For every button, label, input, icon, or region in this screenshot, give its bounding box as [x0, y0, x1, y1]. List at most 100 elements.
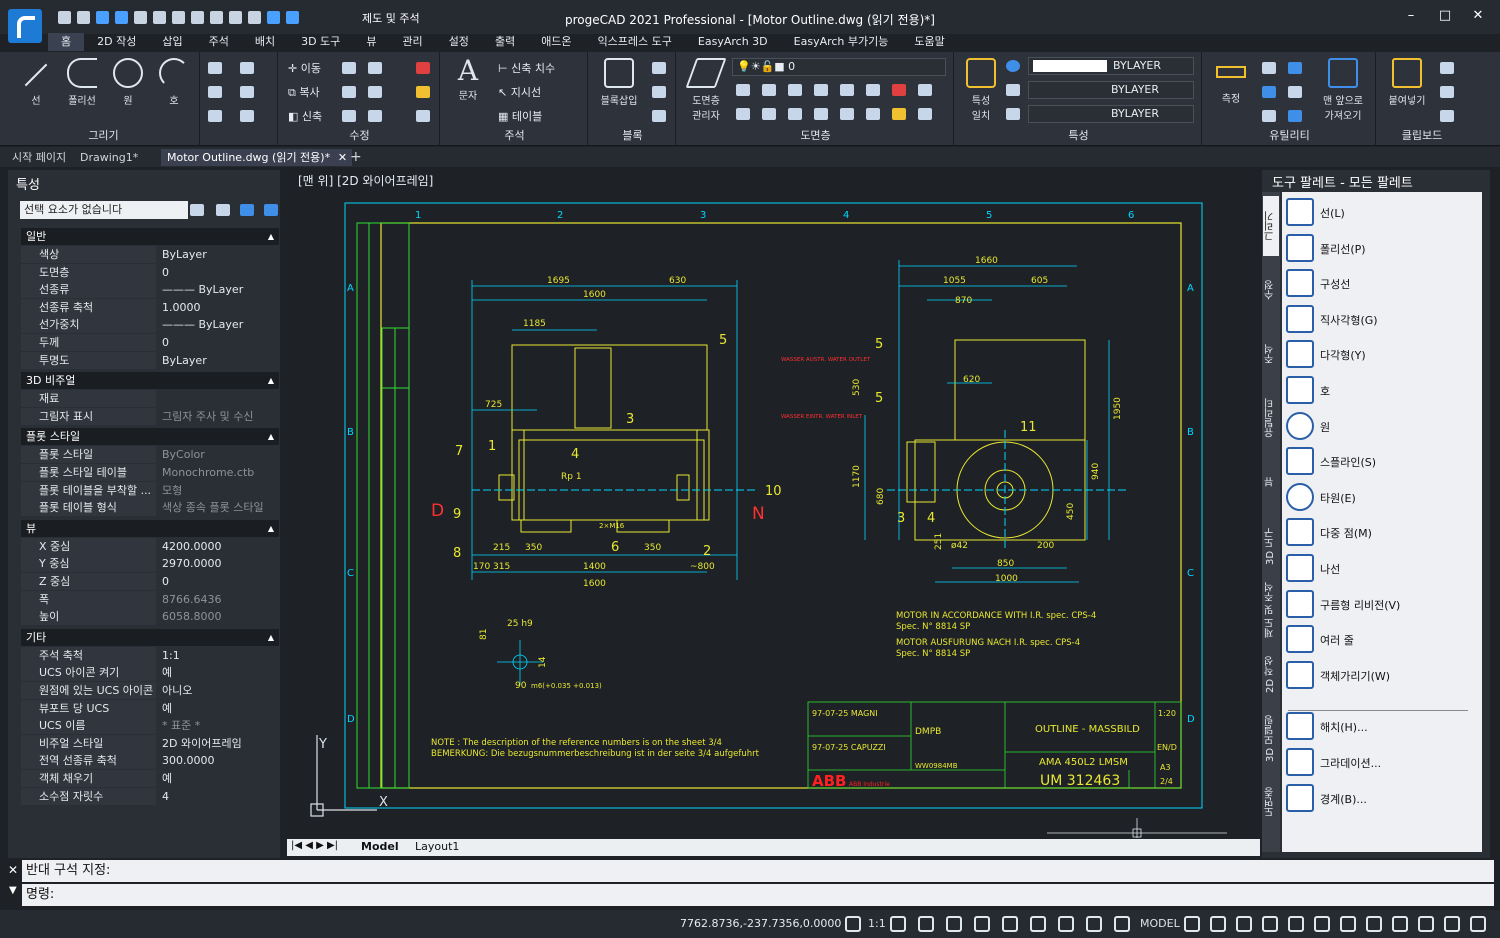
palette-tool[interactable]: 타원(E) — [1286, 481, 1476, 513]
cut-icon[interactable] — [1440, 62, 1454, 74]
prop-row[interactable]: 소수점 자릿수 4 — [21, 787, 279, 805]
tab-view[interactable]: 뷰 — [353, 33, 389, 51]
insert-block-button[interactable]: 블록삽입 — [594, 52, 644, 107]
prop-row[interactable]: UCS 아이콘 켜기 예 — [21, 664, 279, 682]
prop-value[interactable]: 6058.8000 — [157, 608, 279, 626]
table-button[interactable]: ▦ 테이블 — [498, 108, 542, 124]
prop-value[interactable]: 색상 종속 플롯 스타일 — [157, 499, 279, 517]
layer-tool-12-icon[interactable] — [814, 108, 828, 120]
drawing-area[interactable]: 1 2 3 4 5 6 A B C D A B C D 1695 630 160… — [287, 170, 1260, 838]
layer-tool-10-icon[interactable] — [762, 108, 776, 120]
palette-tab[interactable]: 도면층 — [1263, 772, 1279, 832]
layer-tool-6-icon[interactable] — [866, 84, 880, 96]
palette-tool[interactable]: 경계(B)... — [1286, 782, 1476, 814]
palette-tab[interactable]: 그리기 — [1263, 196, 1279, 256]
prop-row[interactable]: 투명도 ByLayer — [21, 351, 279, 369]
prop-value[interactable]: 0 — [157, 573, 279, 590]
stretch-button[interactable]: ◧ 신축 — [288, 108, 322, 124]
status-toggle-icon[interactable] — [1058, 916, 1074, 932]
layers-panel-title[interactable]: 도면층 — [678, 127, 953, 143]
drawing-canvas[interactable]: 1 2 3 4 5 6 A B C D A B C D 1695 630 160… — [287, 170, 1260, 838]
prop-value[interactable]: 300.0000 — [157, 752, 279, 770]
status-toggle-icon[interactable] — [1262, 916, 1278, 932]
annotation-panel-title[interactable]: 주석 — [442, 127, 587, 143]
doc-tab-drawing1[interactable]: Drawing1* — [74, 149, 144, 166]
toggle-pickadd-icon[interactable] — [190, 204, 204, 216]
select-objects-icon[interactable] — [216, 204, 230, 216]
status-toggle-icon[interactable] — [1314, 916, 1330, 932]
palette-tool[interactable]: 다중 점(M) — [1286, 516, 1476, 548]
status-toggle-icon[interactable] — [1366, 916, 1382, 932]
circle-button[interactable]: 원 — [108, 52, 148, 107]
rotate-icon[interactable] — [342, 62, 356, 74]
palette-tool[interactable]: 구성선 — [1286, 267, 1476, 299]
prop-value[interactable]: 예 — [157, 699, 279, 717]
spline-icon[interactable] — [240, 62, 254, 74]
palette-tab[interactable]: 수정 — [1263, 260, 1279, 320]
status-toggle-icon[interactable] — [1444, 916, 1460, 932]
prop-value[interactable] — [157, 390, 279, 408]
status-toggle-icon[interactable] — [918, 916, 934, 932]
quick-select-props-icon[interactable] — [240, 204, 254, 216]
prop-section-header[interactable]: 일반 — [21, 228, 279, 245]
layer-tool-5-icon[interactable] — [840, 84, 854, 96]
palette-tool[interactable]: 선(L) — [1286, 196, 1476, 228]
palette-tool[interactable]: 원 — [1286, 410, 1476, 442]
close-button[interactable]: ✕ — [1463, 8, 1493, 28]
close-command-icon[interactable]: ✕ — [8, 863, 18, 877]
new-tab-button[interactable]: + — [344, 149, 368, 166]
maximize-button[interactable]: □ — [1430, 8, 1460, 28]
tab-easyarch-3d[interactable]: EasyArch 3D — [685, 33, 781, 51]
prop-section-header[interactable]: 플롯 스타일 — [21, 428, 279, 446]
prop-value[interactable]: 8766.6436 — [157, 590, 279, 608]
arc-button[interactable]: 호 — [154, 52, 194, 107]
prop-row[interactable]: Y 중심 2970.0000 — [21, 555, 279, 573]
hatch-icon[interactable] — [208, 110, 222, 122]
status-toggle-icon[interactable] — [1418, 916, 1434, 932]
match-properties-button[interactable]: 특성 일치 — [960, 52, 1002, 122]
prop-value[interactable]: 0 — [157, 334, 279, 351]
copy-button[interactable]: ⧉ 복사 — [288, 84, 320, 100]
tab-settings[interactable]: 설정 — [436, 33, 482, 51]
layer-tool-16-icon[interactable] — [918, 108, 932, 120]
command-history-toggle-icon[interactable]: ▼ — [9, 885, 17, 896]
points-icon[interactable] — [240, 86, 254, 98]
attribute-icon[interactable] — [652, 110, 666, 122]
prop-value[interactable]: * 표준 * — [157, 717, 279, 735]
mirror-icon[interactable] — [342, 86, 356, 98]
status-toggle-icon[interactable] — [1340, 916, 1356, 932]
status-toggle-icon[interactable] — [974, 916, 990, 932]
color-wheel-icon[interactable] — [1006, 60, 1020, 72]
rectangle-icon[interactable] — [208, 62, 222, 74]
prop-value[interactable]: Monochrome.ctb — [157, 464, 279, 481]
paste-button[interactable]: 붙여넣기 — [1382, 52, 1432, 107]
tab-model[interactable]: Model — [361, 840, 399, 853]
layer-tool-9-icon[interactable] — [736, 108, 750, 120]
tab-addons[interactable]: 애드온 — [528, 33, 584, 51]
layer-tool-7-icon[interactable] — [892, 84, 906, 96]
prop-value[interactable]: 예 — [157, 770, 279, 787]
layer-tool-13-icon[interactable] — [840, 108, 854, 120]
prop-value[interactable]: 4 — [157, 787, 279, 805]
status-toggle-icon[interactable] — [1470, 916, 1486, 932]
prop-row[interactable]: X 중심 4200.0000 — [21, 537, 279, 555]
prop-row[interactable]: 그림자 표시 그림자 주사 및 수신 — [21, 407, 279, 425]
palette-tab[interactable]: 2D 작성 — [1263, 644, 1279, 704]
prop-row[interactable]: 뷰포트 당 UCS 예 — [21, 699, 279, 717]
prop-row[interactable]: 선종류 ——— ByLayer — [21, 281, 279, 299]
prop-value[interactable]: 1.0000 — [157, 298, 279, 316]
bring-to-front-button[interactable]: 맨 앞으로 가져오기 — [1312, 52, 1374, 122]
status-toggle-icon[interactable] — [1210, 916, 1226, 932]
coordinate-readout[interactable]: 7762.8736,-237.7356,0.0000 — [680, 917, 841, 930]
prop-row[interactable]: 재료 — [21, 390, 279, 408]
explode-icon[interactable] — [416, 86, 430, 98]
tab-insert[interactable]: 삽입 — [149, 33, 195, 51]
palette-tab[interactable]: 3D 도구 — [1263, 516, 1279, 576]
prop-row[interactable]: 높이 6058.8000 — [21, 608, 279, 626]
prop-row[interactable]: 두께 0 — [21, 334, 279, 351]
fillet-icon[interactable] — [368, 86, 382, 98]
scale-icon[interactable] — [342, 110, 356, 122]
minimize-button[interactable]: – — [1396, 8, 1426, 28]
status-toggle-icon[interactable] — [1392, 916, 1408, 932]
prop-value[interactable]: ——— ByLayer — [157, 281, 279, 299]
